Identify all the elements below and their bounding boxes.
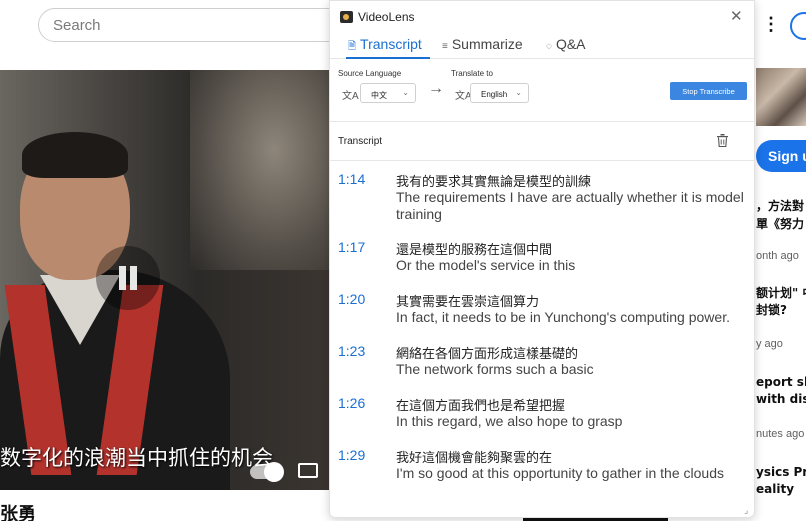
side-meta: y ago (756, 338, 783, 350)
search-placeholder: Search (53, 17, 101, 34)
videolens-panel: VideoLens ✕ 🗎 Transcript ≡ Summarize ◌ Q&A … (329, 0, 755, 518)
arrow-right-icon: → (428, 80, 444, 97)
translated-text: The requirements I have are actually whe… (396, 189, 744, 222)
video-figure-hair (22, 132, 128, 178)
tab-qa[interactable]: ◌ Q&A (546, 36, 586, 59)
translated-text: The network forms such a basic (396, 361, 594, 377)
tab-label: Q&A (555, 36, 586, 52)
tab-label: Summarize (451, 36, 523, 52)
side-snippet[interactable]: ，方法對 (756, 197, 804, 214)
side-snippet[interactable]: with disab (756, 392, 806, 406)
side-snippet[interactable]: 封锁? (756, 301, 787, 318)
translated-text: In fact, it needs to be in Yunchong's co… (396, 309, 730, 325)
account-icon[interactable] (790, 12, 806, 40)
chevron-down-icon: ⌄ (402, 88, 409, 97)
chevron-down-icon: ⌄ (515, 88, 522, 97)
original-text: 網絡在各個方面形成這樣基礎的 (396, 347, 579, 362)
translated-text: I'm so good at this opportunity to gathe… (396, 465, 724, 481)
app-title: VideoLens (358, 10, 415, 24)
video-title: 张勇 (0, 504, 36, 521)
timestamp[interactable]: 1:23 (338, 343, 365, 359)
translate-to-select[interactable]: English ⌄ (470, 83, 529, 103)
timestamp[interactable]: 1:29 (338, 447, 365, 463)
resize-handle-icon[interactable]: ⌟ (744, 505, 748, 516)
tab-summarize[interactable]: ≡ Summarize (442, 36, 523, 59)
original-text: 我好這個機會能夠聚雲的在 (396, 451, 553, 466)
timestamp[interactable]: 1:17 (338, 239, 365, 255)
panel-header: VideoLens ✕ (330, 1, 754, 33)
original-text: 我有的要求其實無論是模型的訓練 (396, 175, 592, 190)
videolens-logo-icon (340, 11, 353, 23)
trash-icon[interactable] (717, 134, 728, 147)
translated-text: In this regard, we also hope to grasp (396, 413, 623, 429)
timestamp[interactable]: 1:20 (338, 291, 365, 307)
filter-lines-icon: ≡ (442, 41, 448, 52)
close-icon[interactable]: ✕ (730, 7, 743, 25)
original-text: 其實需要在雲崇這個算力 (396, 295, 540, 310)
more-options-icon[interactable]: ⋮ (762, 14, 780, 35)
original-text: 在這個方面我們也是希望把握 (396, 399, 566, 414)
side-snippet[interactable]: eport show (756, 375, 806, 389)
autoplay-toggle[interactable] (250, 462, 284, 482)
side-snippet[interactable]: ysics Prin (756, 465, 806, 479)
search-input[interactable]: Search (38, 8, 348, 42)
video-subtitle: 数字化的浪潮当中抓住的机会 (0, 446, 273, 470)
side-snippet[interactable]: 额计划" 中 (756, 284, 806, 301)
side-snippet[interactable]: eality (756, 482, 794, 496)
translated-text: Or the model's service in this (396, 257, 576, 273)
language-bar: Source Language 文A 中文 ⌄ → Translate to 文… (330, 60, 754, 122)
stop-transcribe-button[interactable]: Stop Transcribe (670, 82, 747, 100)
document-icon: 🗎 (348, 41, 357, 52)
side-meta: nutes ago (756, 428, 805, 440)
pause-icon[interactable] (96, 246, 160, 310)
sign-up-button[interactable]: Sign up (756, 140, 806, 172)
original-text: 還是模型的服務在這個中間 (396, 243, 553, 258)
tab-label: Transcript (360, 36, 422, 52)
source-language-value: 中文 (371, 91, 387, 100)
chat-bubble-icon: ◌ (546, 41, 552, 52)
translate-to-label: Translate to (451, 69, 493, 78)
side-meta: onth ago (756, 250, 799, 262)
source-language-select[interactable]: 中文 ⌄ (360, 83, 416, 103)
transcript-heading: Transcript (338, 136, 383, 147)
captions-icon[interactable] (298, 463, 318, 478)
transcript-header: Transcript (330, 123, 754, 161)
video-backdrop (190, 70, 330, 270)
video-player[interactable]: 数字化的浪潮当中抓住的机会 (0, 70, 330, 490)
timestamp[interactable]: 1:26 (338, 395, 365, 411)
timestamp[interactable]: 1:14 (338, 171, 365, 187)
tab-transcript[interactable]: 🗎 Transcript (346, 36, 430, 59)
side-snippet[interactable]: 單《努力 (756, 215, 804, 232)
chat-thumbnail[interactable] (756, 68, 806, 126)
translate-to-value: English (481, 90, 508, 99)
source-language-label: Source Language (338, 69, 402, 78)
panel-tabs: 🗎 Transcript ≡ Summarize ◌ Q&A (330, 33, 754, 59)
translate-icon: 文A (342, 91, 359, 102)
